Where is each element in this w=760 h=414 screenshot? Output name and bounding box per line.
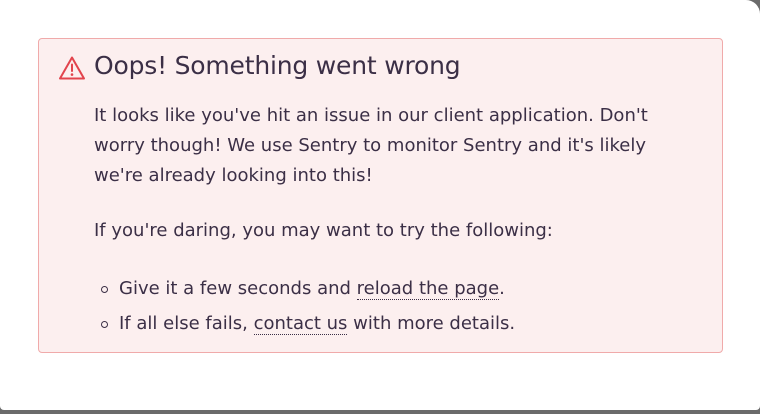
- suggestion-item-contact: If all else fails, contact us with more …: [94, 306, 515, 341]
- suggestion-text: Give it a few seconds and: [119, 278, 357, 299]
- error-alert: Oops! Something went wrong It looks like…: [38, 38, 723, 353]
- error-message: It looks like you've hit an issue in our…: [94, 105, 648, 186]
- reload-page-link[interactable]: reload the page: [356, 278, 500, 300]
- error-modal: Oops! Something went wrong It looks like…: [0, 0, 760, 410]
- suggestion-intro: If you're daring, you may want to try th…: [94, 220, 553, 241]
- suggestion-text: If all else fails,: [119, 313, 254, 334]
- error-title: Oops! Something went wrong: [94, 51, 461, 80]
- suggestion-text: with more details.: [347, 313, 516, 334]
- warning-triangle-icon: [58, 55, 86, 81]
- bullet-icon: [101, 286, 108, 293]
- suggestion-text: .: [499, 278, 505, 299]
- bullet-icon: [101, 321, 108, 328]
- suggestion-list: Give it a few seconds and reload the pag…: [94, 271, 515, 341]
- suggestion-item-reload: Give it a few seconds and reload the pag…: [94, 271, 515, 306]
- contact-us-link[interactable]: contact us: [253, 313, 348, 335]
